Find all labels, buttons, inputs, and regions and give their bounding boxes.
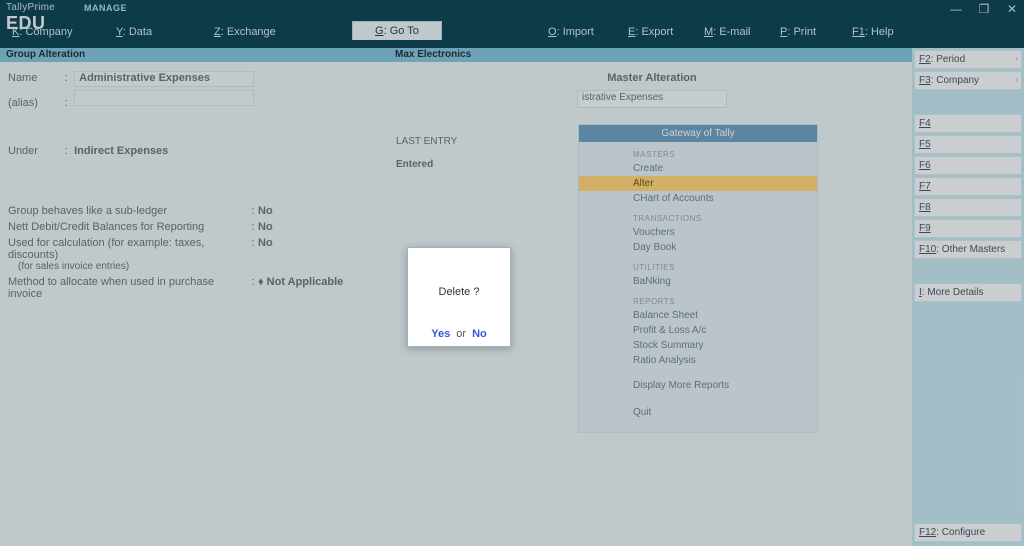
dialog-yes-button[interactable]: Yes: [431, 328, 450, 340]
delete-confirm-dialog: Delete ? Yes or No: [407, 247, 511, 347]
modal-overlay: [0, 0, 1024, 546]
dialog-message: Delete ?: [408, 286, 510, 298]
dialog-no-button[interactable]: No: [472, 328, 487, 340]
dialog-or-text: or: [456, 328, 466, 340]
